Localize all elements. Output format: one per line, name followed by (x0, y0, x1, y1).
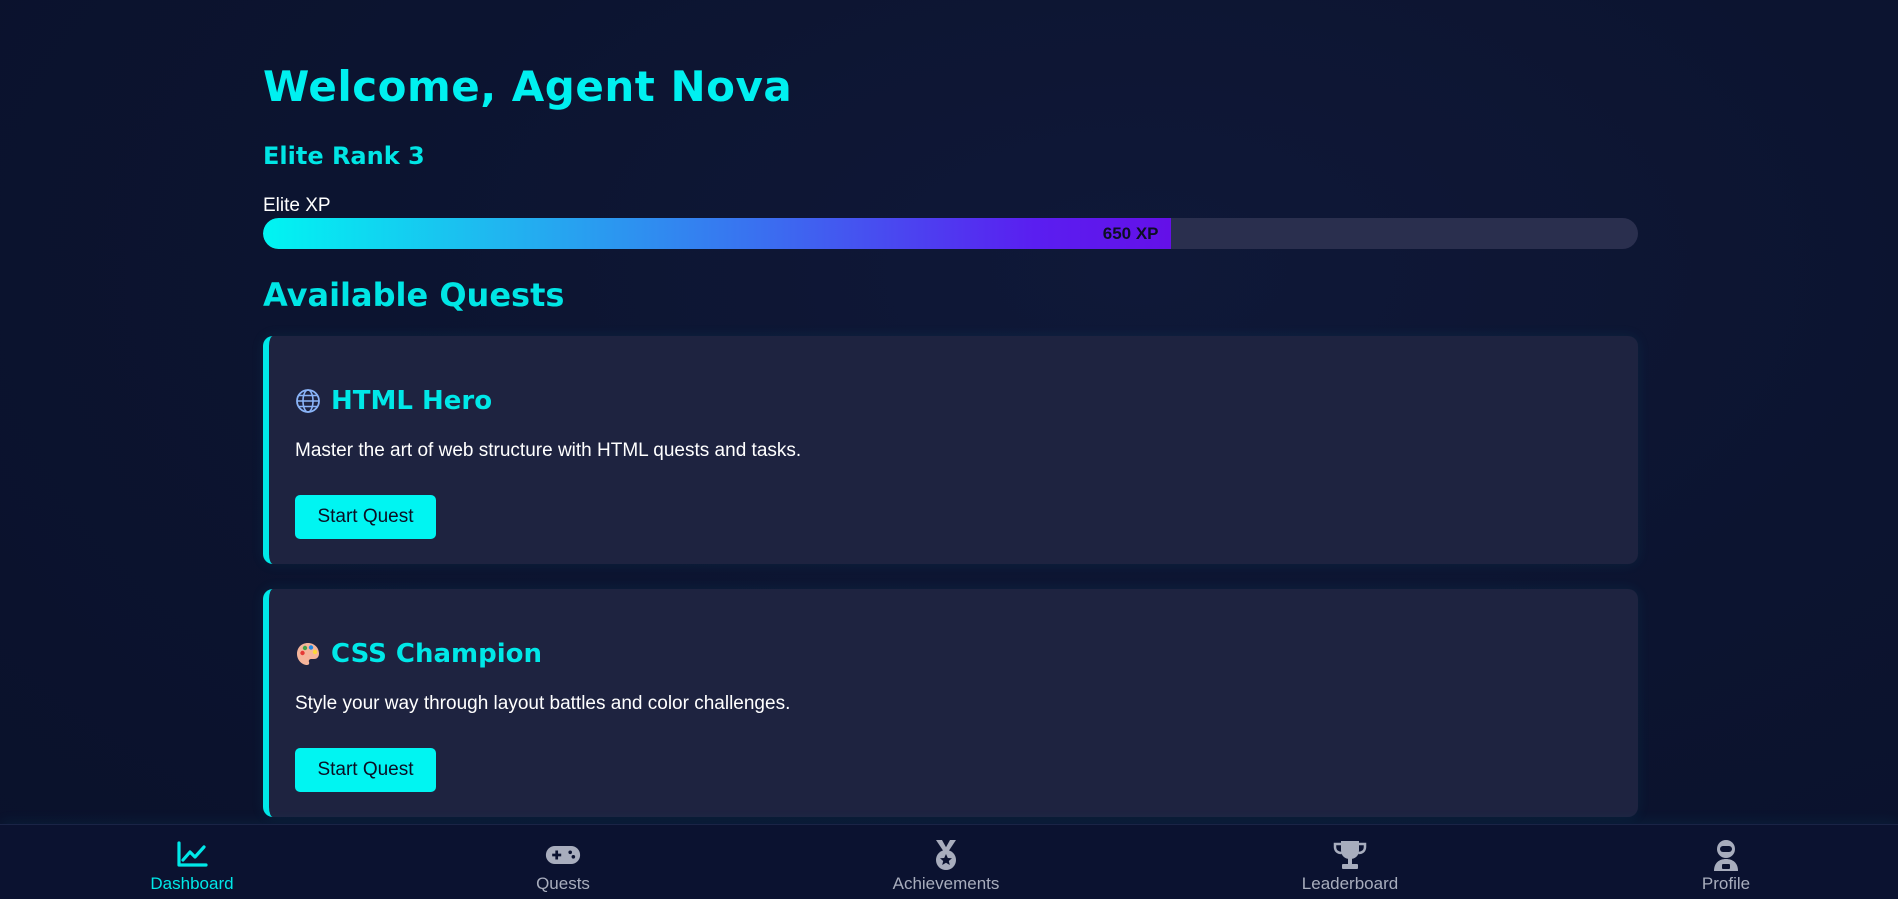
nav-label: Profile (1701, 874, 1751, 893)
bottom-nav: Dashboard Quests Achievements Leaderboar… (0, 824, 1898, 899)
nav-item-achievements[interactable]: Achievements (866, 839, 1026, 894)
nav-label: Leaderboard (1301, 874, 1399, 893)
start-quest-button[interactable]: Start Quest (295, 748, 436, 792)
xp-label: Elite XP (263, 195, 331, 216)
nav-item-dashboard[interactable]: Dashboard (112, 839, 272, 894)
quest-title: HTML Hero (331, 386, 493, 416)
globe-icon (295, 388, 321, 414)
xp-value: 650 XP (1102, 224, 1159, 243)
gamepad-icon (545, 846, 581, 864)
xp-progress-bar: 650 XP (263, 218, 1638, 249)
nav-label: Quests (536, 874, 590, 893)
quest-card-css-champion: CSS Champion Style your way through layo… (263, 589, 1638, 817)
medal-icon (936, 840, 956, 870)
quest-title: CSS Champion (331, 639, 543, 669)
nav-item-profile[interactable]: Profile (1646, 839, 1806, 894)
start-quest-button[interactable]: Start Quest (295, 495, 436, 539)
quest-description: Style your way through layout battles an… (295, 693, 791, 714)
welcome-heading: Welcome, Agent Nova (263, 62, 793, 111)
xp-progress-fill: 650 XP (263, 218, 1171, 249)
quest-card-html-hero: HTML Hero Master the art of web structur… (263, 336, 1638, 564)
quests-section-title: Available Quests (263, 276, 565, 314)
quest-header: HTML Hero (295, 386, 492, 416)
rank-subtitle: Elite Rank 3 (263, 142, 425, 170)
quest-description: Master the art of web structure with HTM… (295, 440, 802, 461)
nav-label: Dashboard (150, 874, 234, 893)
chart-line-icon (177, 841, 208, 867)
quest-header: CSS Champion (295, 639, 542, 669)
astronaut-icon (1714, 840, 1738, 871)
nav-label: Achievements (892, 874, 1000, 893)
nav-item-quests[interactable]: Quests (483, 839, 643, 894)
trophy-icon (1333, 841, 1367, 869)
palette-icon (295, 641, 321, 667)
nav-item-leaderboard[interactable]: Leaderboard (1270, 839, 1430, 894)
